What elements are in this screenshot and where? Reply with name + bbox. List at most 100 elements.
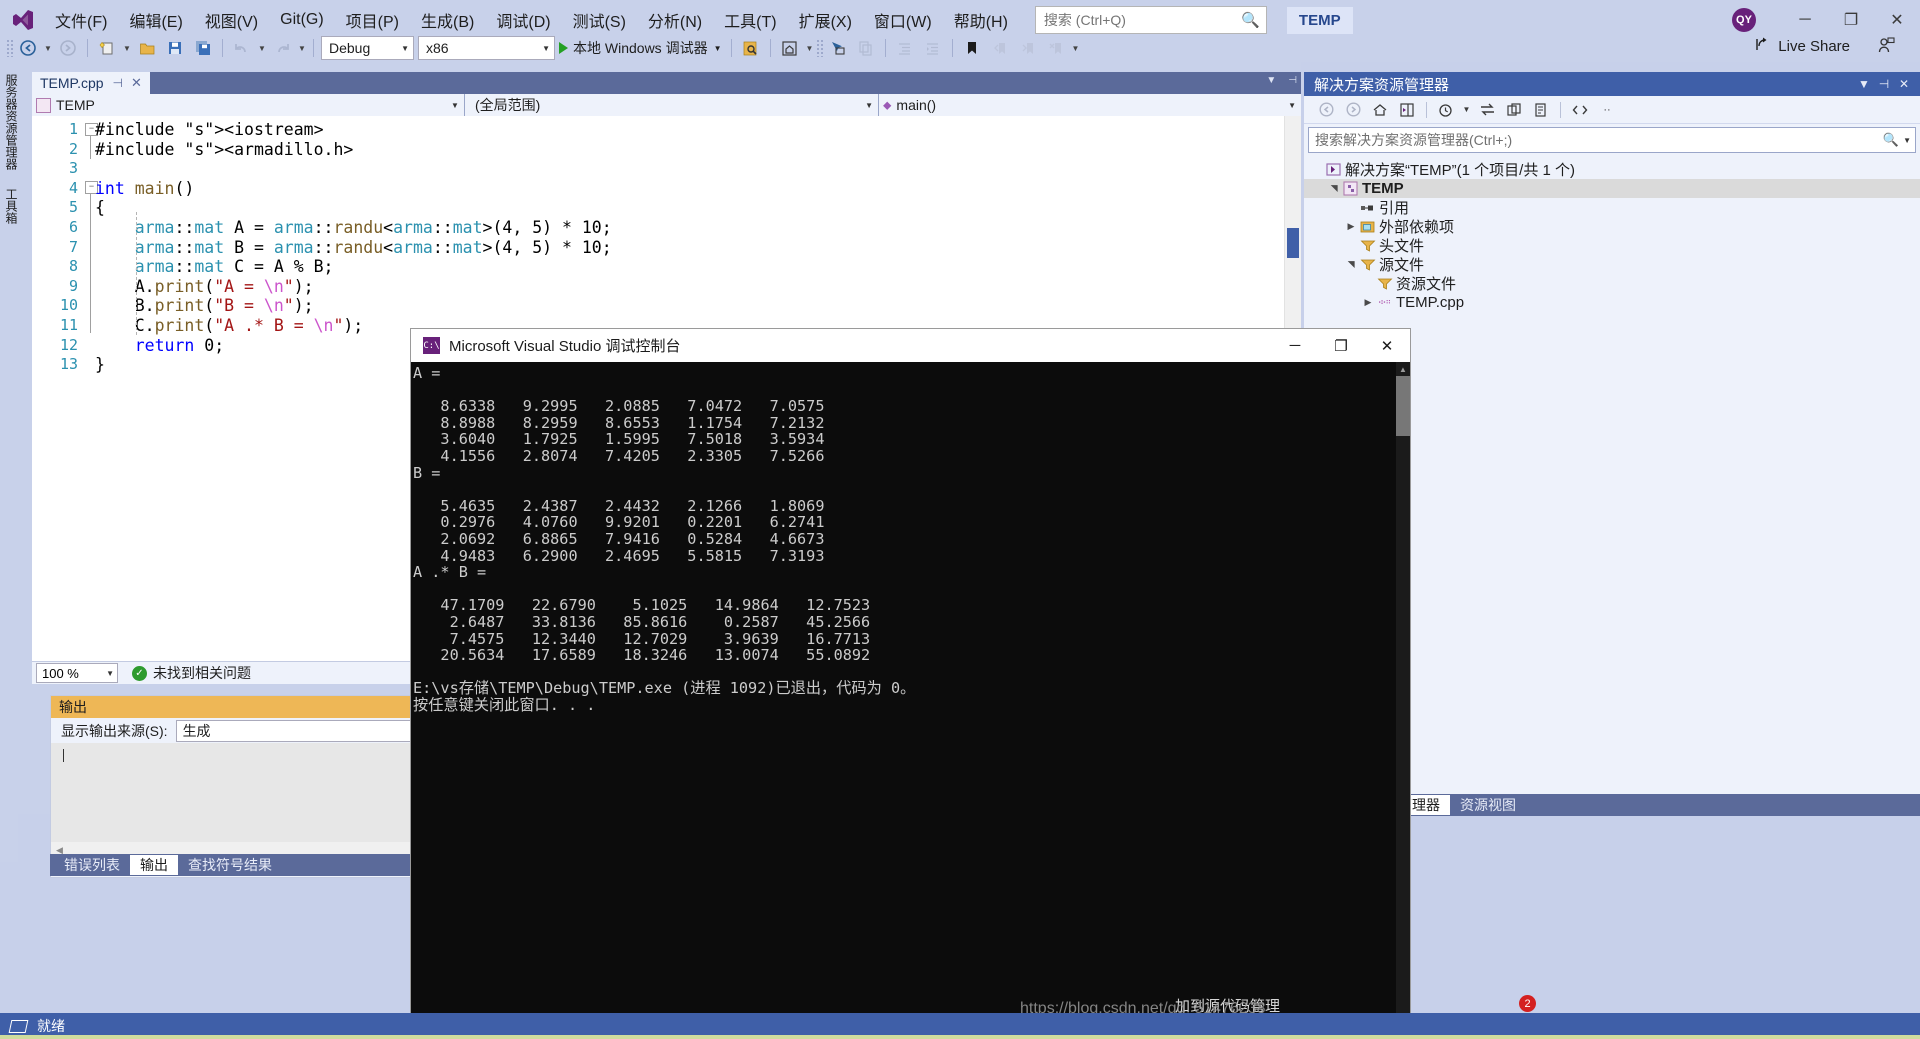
pending-changes-icon[interactable] <box>1434 99 1458 121</box>
menu-tools[interactable]: 工具(T) <box>713 3 787 37</box>
chevron-down-icon[interactable]: ▼ <box>1854 77 1874 91</box>
home-icon[interactable] <box>1368 99 1392 121</box>
navbar-scope-dropdown[interactable]: (全局范围) ▼ <box>465 94 879 116</box>
redo-icon[interactable] <box>269 36 295 60</box>
avatar[interactable]: QY <box>1732 8 1756 32</box>
solution-platform-combo[interactable]: x86 ▼ <box>418 36 555 60</box>
bookmark-icon[interactable] <box>959 36 985 60</box>
menu-view[interactable]: 视图(V) <box>194 3 269 37</box>
code-line[interactable]: int main() <box>95 179 194 199</box>
zoom-level-combo[interactable]: 100 % ▼ <box>36 663 118 683</box>
code-line[interactable] <box>95 159 105 179</box>
menu-window[interactable]: 窗口(W) <box>863 3 943 37</box>
new-project-dropdown[interactable]: ▼ <box>121 44 133 53</box>
tree-item-filter[interactable]: 头文件 <box>1304 236 1920 255</box>
console-maximize-button[interactable]: ❐ <box>1318 329 1364 362</box>
code-line[interactable]: arma::mat A = arma::randu<arma::mat>(4, … <box>95 218 612 238</box>
pin-icon[interactable]: ⊣ <box>1874 77 1894 91</box>
forward-icon[interactable] <box>1341 99 1365 121</box>
copy-icon[interactable] <box>853 36 879 60</box>
navbar-member-dropdown[interactable]: ⬥ main() ▼ <box>879 94 1301 116</box>
tab-class-view[interactable]: 资源视图 <box>1450 795 1526 815</box>
save-all-icon[interactable] <box>190 36 216 60</box>
code-line[interactable]: A.print("A = \n"); <box>95 277 314 297</box>
new-project-icon[interactable] <box>94 36 120 60</box>
scroll-up-icon[interactable]: ▲ <box>1396 362 1410 376</box>
next-bookmark-icon[interactable] <box>1015 36 1041 60</box>
toolbar-overflow-icon[interactable]: ▼ <box>1070 44 1082 53</box>
tree-item-filter[interactable]: 资源文件 <box>1304 274 1920 293</box>
menu-project[interactable]: 项目(P) <box>335 3 410 37</box>
active-files-dropdown-icon[interactable]: ▼ <box>1266 75 1276 86</box>
chevron-down-icon[interactable]: ▼ <box>1903 136 1911 145</box>
expand-collapse-icon[interactable]: ◢ <box>1346 258 1357 272</box>
code-line[interactable]: arma::mat B = arma::randu<arma::mat>(4, … <box>95 238 612 258</box>
menu-git[interactable]: Git(G) <box>269 6 335 34</box>
code-line[interactable]: { <box>95 198 105 218</box>
overflow-icon[interactable]: ·· <box>1595 99 1619 121</box>
tree-item-solution[interactable]: 解决方案“TEMP”(1 个项目/共 1 个) <box>1304 160 1920 179</box>
pending-changes-dropdown-icon[interactable]: ▼ <box>1461 99 1472 121</box>
tab-error-list[interactable]: 错误列表 <box>54 855 130 875</box>
navigate-back-icon[interactable] <box>15 36 41 60</box>
solution-configuration-combo[interactable]: Debug ▼ <box>321 36 414 60</box>
debug-console-window[interactable]: C:\ Microsoft Visual Studio 调试控制台 ─ ❐ ✕ … <box>411 329 1410 1039</box>
refresh-icon[interactable] <box>1502 99 1526 121</box>
sync-with-active-document-icon[interactable] <box>1475 99 1499 121</box>
navigate-back-dropdown[interactable]: ▼ <box>42 44 54 53</box>
tab-pin-icon[interactable]: ⊣ <box>1288 75 1297 86</box>
menu-file[interactable]: 文件(F) <box>44 3 118 37</box>
expand-collapse-icon[interactable]: ◢ <box>1329 182 1340 196</box>
search-input[interactable] <box>1041 11 1242 29</box>
console-vertical-scrollbar[interactable]: ▲ ▼ <box>1396 362 1410 1039</box>
code-line[interactable]: return 0; <box>95 336 224 356</box>
menu-debug[interactable]: 调试(D) <box>485 3 561 37</box>
close-icon[interactable]: ✕ <box>1894 77 1914 91</box>
tree-item-references[interactable]: 引用 <box>1304 198 1920 217</box>
menu-test[interactable]: 测试(S) <box>562 3 637 37</box>
decrease-indent-icon[interactable] <box>892 36 918 60</box>
increase-indent-icon[interactable] <box>920 36 946 60</box>
menu-edit[interactable]: 编辑(E) <box>118 3 193 37</box>
tree-item-folder[interactable]: ▶ 外部依赖项 <box>1304 217 1920 236</box>
find-in-files-icon[interactable] <box>738 36 764 60</box>
menu-extensions[interactable]: 扩展(X) <box>788 3 863 37</box>
solution-explorer-search[interactable]: 搜索解决方案资源管理器(Ctrl+;) 🔍 ▼ <box>1308 127 1916 153</box>
code-folding-gutter[interactable]: − − <box>85 116 98 661</box>
properties-icon[interactable] <box>1529 99 1553 121</box>
select-element-icon[interactable] <box>825 36 851 60</box>
live-share-person-icon[interactable] <box>1877 36 1896 60</box>
home-icon[interactable] <box>777 36 803 60</box>
pin-icon[interactable]: ⊣ <box>113 76 123 90</box>
code-line[interactable]: arma::mat C = A % B; <box>95 257 334 277</box>
global-search-box[interactable]: 🔍 <box>1034 6 1267 34</box>
menu-analyze[interactable]: 分析(N) <box>637 3 713 37</box>
navbar-project-dropdown[interactable]: TEMP ▼ <box>32 94 465 116</box>
navigate-forward-icon[interactable] <box>55 36 81 60</box>
code-line[interactable]: #include "s"><iostream> <box>95 120 324 140</box>
tree-item-project[interactable]: ◢ TEMP <box>1304 179 1920 198</box>
chevron-down-icon[interactable]: ▼ <box>714 44 722 53</box>
tab-output[interactable]: 输出 <box>130 855 178 875</box>
toolbar-grip[interactable] <box>6 39 14 57</box>
expander-icon[interactable]: ▶ <box>1361 297 1375 308</box>
expander-icon[interactable]: ▶ <box>1344 221 1358 232</box>
home-dropdown[interactable]: ▼ <box>804 44 816 53</box>
menu-build[interactable]: 生成(B) <box>410 3 485 37</box>
start-debugging-button[interactable]: 本地 Windows 调试器 ▼ <box>557 36 726 60</box>
code-line[interactable]: #include "s"><armadillo.h> <box>95 140 353 160</box>
tree-item-cpp-file[interactable]: ▶ TEMP.cpp <box>1304 293 1920 312</box>
console-scrollbar-thumb[interactable] <box>1396 376 1410 436</box>
tab-find-symbol-results[interactable]: 查找符号结果 <box>178 855 282 875</box>
undo-icon[interactable] <box>229 36 255 60</box>
code-line[interactable]: } <box>95 355 105 375</box>
redo-dropdown[interactable]: ▼ <box>296 44 308 53</box>
menu-help[interactable]: 帮助(H) <box>943 3 1019 37</box>
tab-temp-cpp[interactable]: TEMP.cpp ⊣ ✕ <box>32 72 150 94</box>
clear-bookmarks-icon[interactable] <box>1043 36 1069 60</box>
open-file-icon[interactable] <box>134 36 160 60</box>
project-chip[interactable]: TEMP <box>1286 6 1353 34</box>
tree-item-filter[interactable]: ◢ 源文件 <box>1304 255 1920 274</box>
collapse-all-icon[interactable] <box>1395 99 1419 121</box>
save-icon[interactable] <box>162 36 188 60</box>
